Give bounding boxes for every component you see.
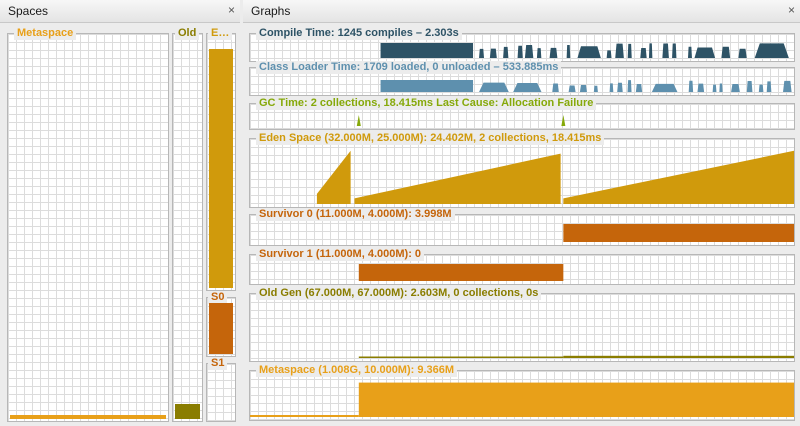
graph-mark-spike-12 xyxy=(640,48,647,58)
graph-mark-spike-10 xyxy=(615,43,624,58)
survivor0-space-box: S0 xyxy=(206,291,236,357)
graph-mark-spike-14 xyxy=(719,83,723,92)
graph-class-loader-time-label: Class Loader Time: 1709 loaded, 0 unload… xyxy=(256,61,562,74)
graph-metaspace: Metaspace (1.008G, 10.000M): 9.366M xyxy=(249,364,795,421)
graph-mark-spike-6 xyxy=(609,83,614,92)
graph-mark-spike-6 xyxy=(549,47,558,58)
graphs-panel-title: Graphs xyxy=(251,4,291,18)
eden-space-fill xyxy=(209,49,233,288)
graph-mark-block-0 xyxy=(358,356,564,358)
graph-gc-time: GC Time: 2 collections, 18.415ms Last Ca… xyxy=(249,97,795,130)
graph-mark-spike-13 xyxy=(648,43,653,58)
graph-mark-baseline xyxy=(250,415,359,417)
graph-mark-eden-segment-0 xyxy=(316,150,351,204)
graph-mark-spike-8 xyxy=(627,80,632,92)
graph-eden-space: Eden Space (32.000M, 25.000M): 24.402M, … xyxy=(249,132,795,208)
graph-mark-spike-4 xyxy=(579,85,587,92)
graph-eden-space-label: Eden Space (32.000M, 25.000M): 24.402M, … xyxy=(256,132,605,145)
survivor1-space-box: S1 xyxy=(206,357,236,422)
graph-mark-spike-16 xyxy=(746,80,753,92)
graph-mark-spike-7 xyxy=(566,45,571,58)
graph-mark-spike-7 xyxy=(617,82,623,92)
graph-mark-spike-2 xyxy=(503,46,509,58)
graph-mark-eden-segment-1 xyxy=(354,153,561,204)
spaces-panel: Spaces × Metaspace Old E… S0 S1 xyxy=(0,0,240,426)
graph-mark-spike-13 xyxy=(712,84,717,92)
graph-mark-spike-2 xyxy=(552,83,559,92)
graphs-close-icon[interactable]: × xyxy=(788,3,795,17)
graph-mark-spike-16 xyxy=(687,46,692,58)
survivor1-space-label: S1 xyxy=(208,357,228,370)
graph-mark-gc-event-1 xyxy=(561,115,566,126)
graph-mark-spike-20 xyxy=(754,43,789,58)
graph-survivor1: Survivor 1 (11.000M, 4.000M): 0 xyxy=(249,248,795,285)
graph-mark-spike-17 xyxy=(694,47,716,58)
graph-mark-spike-8 xyxy=(577,46,601,58)
graph-mark-spike-11 xyxy=(688,80,694,92)
graph-mark-block-0 xyxy=(358,382,794,417)
spaces-panel-title: Spaces xyxy=(8,4,49,18)
old-space-box: Old xyxy=(172,27,203,422)
graph-mark-spike-15 xyxy=(731,84,740,92)
metaspace-space-label: Metaspace xyxy=(14,27,77,40)
graph-mark-spike-4 xyxy=(524,45,534,58)
graphs-panel: Graphs × Compile Time: 1245 compiles – 2… xyxy=(243,0,800,426)
graph-mark-spike-10 xyxy=(651,83,678,92)
graph-mark-spike-12 xyxy=(697,83,705,92)
graph-survivor0: Survivor 0 (11.000M, 4.000M): 3.998M xyxy=(249,208,795,246)
graph-gc-time-label: GC Time: 2 collections, 18.415ms Last Ca… xyxy=(256,97,597,110)
graph-mark-block-1 xyxy=(563,355,794,358)
graph-mark-spike-19 xyxy=(783,80,792,92)
metaspace-space-box: Metaspace xyxy=(7,27,169,422)
graph-mark-spike-0 xyxy=(479,82,509,92)
graph-mark-spike-9 xyxy=(635,84,643,92)
graph-mark-spike-18 xyxy=(766,81,772,92)
graph-mark-spike-11 xyxy=(627,43,632,58)
spaces-close-icon[interactable]: × xyxy=(228,3,235,17)
graph-old-gen: Old Gen (67.000M, 67.000M): 2.603M, 0 co… xyxy=(249,287,795,362)
graph-mark-block-0 xyxy=(358,264,564,281)
graph-mark-spike-5 xyxy=(536,48,542,58)
graph-mark-spike-14 xyxy=(662,43,669,58)
metaspace-space-fill xyxy=(10,415,166,419)
old-space-label: Old xyxy=(175,27,200,40)
graph-plot xyxy=(316,150,794,204)
graph-old-gen-label: Old Gen (67.000M, 67.000M): 2.603M, 0 co… xyxy=(256,287,542,300)
graph-mark-spike-5 xyxy=(593,85,598,92)
graph-compile-time-label: Compile Time: 1245 compiles – 2.303s xyxy=(256,27,462,40)
graph-class-loader-time: Class Loader Time: 1709 loaded, 0 unload… xyxy=(249,61,795,96)
graph-mark-block xyxy=(380,43,474,58)
graph-plot xyxy=(250,382,794,417)
spaces-panel-header: Spaces × xyxy=(0,0,240,23)
survivor0-space-fill xyxy=(209,303,233,354)
graph-mark-spike-1 xyxy=(489,48,497,58)
old-space-fill xyxy=(175,404,200,419)
graph-mark-spike-17 xyxy=(758,84,764,92)
graph-survivor0-label: Survivor 0 (11.000M, 4.000M): 3.998M xyxy=(256,208,455,221)
eden-space-label: E… xyxy=(208,27,233,40)
graph-mark-spike-3 xyxy=(568,85,576,92)
graph-mark-spike-0 xyxy=(479,48,485,58)
graph-metaspace-label: Metaspace (1.008G, 10.000M): 9.366M xyxy=(256,364,458,377)
graph-mark-gc-event-0 xyxy=(356,115,361,126)
graphs-panel-header: Graphs × xyxy=(243,0,800,23)
graph-compile-time: Compile Time: 1245 compiles – 2.303s xyxy=(249,27,795,62)
graph-mark-spike-1 xyxy=(513,82,542,92)
graph-mark-block-0 xyxy=(563,224,794,242)
graph-mark-spike-15 xyxy=(672,43,677,58)
graph-plot xyxy=(358,355,794,358)
graph-mark-block xyxy=(380,80,474,92)
graph-survivor1-label: Survivor 1 (11.000M, 4.000M): 0 xyxy=(256,248,425,261)
graph-mark-spike-9 xyxy=(606,50,612,58)
graph-mark-spike-3 xyxy=(517,45,523,58)
graph-mark-spike-19 xyxy=(738,48,747,58)
eden-space-box: E… xyxy=(206,27,236,291)
graph-mark-spike-18 xyxy=(721,46,731,58)
graph-mark-eden-segment-2 xyxy=(563,150,794,204)
